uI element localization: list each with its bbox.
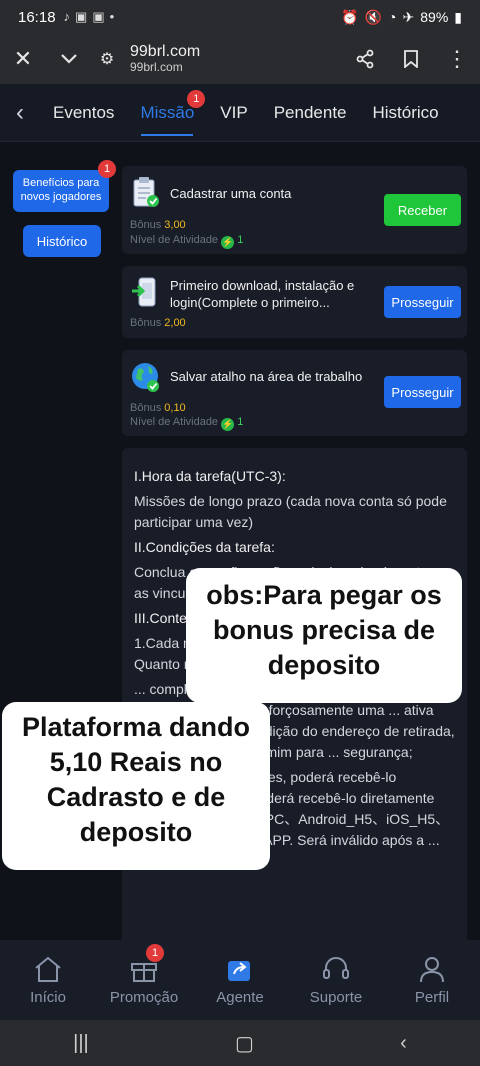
history-label: Histórico xyxy=(36,233,88,249)
alarm-icon: ⏰ xyxy=(341,8,359,25)
task-bonus: Bônus 2,00 xyxy=(130,317,186,329)
task-bonus: Bônus 3,00 xyxy=(130,219,186,231)
benefits-badge: 1 xyxy=(98,160,116,178)
more-menu-icon[interactable]: ⋮ xyxy=(434,36,480,82)
phone-download-icon xyxy=(130,276,162,308)
tab-pendente[interactable]: Pendente xyxy=(261,84,360,142)
bottom-navigation: Início Promoção 1 Agente Suporte Perfil xyxy=(0,940,480,1020)
globe-icon xyxy=(130,360,162,392)
close-icon[interactable]: ✕ xyxy=(0,36,46,82)
level-label: Nível de Atividade xyxy=(130,234,219,246)
app-icon: ▣ xyxy=(75,9,88,24)
task-card: Primeiro download, instalação e login(Co… xyxy=(122,266,467,338)
rules-text-time: Missões de longo prazo (cada nova conta … xyxy=(134,493,447,530)
nav-label: Suporte xyxy=(309,988,363,1006)
wifi-icon: ◔ xyxy=(388,9,397,25)
benefits-button[interactable]: Benefícios para novos jogadores xyxy=(13,170,109,212)
rules-heading-time: I.Hora da tarefa(UTC-3): xyxy=(134,468,286,484)
browser-toolbar: ✕ ⚙ 99brl.com 99brl.com ⋮ xyxy=(0,34,480,84)
bonus-label: Bônus xyxy=(130,219,162,231)
task-bonus: Bônus 0,10 xyxy=(130,402,186,414)
task-title: Salvar atalho na área de trabalho xyxy=(170,369,363,384)
home-button-icon[interactable]: ▢ xyxy=(235,1031,254,1056)
caption-platform-promo: Plataforma dando 5,10 Reais no Cadrasto … xyxy=(2,702,270,870)
app-icon: ▣ xyxy=(92,9,105,24)
nav-label: Perfil xyxy=(414,988,450,1006)
bonus-label: Bônus xyxy=(130,317,162,329)
nav-promocao[interactable]: Promoção 1 xyxy=(96,940,192,1020)
level-label: Nível de Atividade xyxy=(130,416,219,428)
recent-apps-icon[interactable]: ||| xyxy=(73,1032,89,1055)
task-title: Primeiro download, instalação e login(Co… xyxy=(170,278,355,310)
tiktok-icon: ♪ xyxy=(63,9,71,24)
url-bar[interactable]: 99brl.com 99brl.com xyxy=(130,43,200,75)
proceed-button[interactable]: Prosseguir xyxy=(384,376,461,408)
clipboard-icon xyxy=(130,176,162,208)
task-card: Cadastrar uma conta Bônus 3,00 Nível de … xyxy=(122,166,467,254)
back-arrow-icon[interactable]: ‹ xyxy=(0,99,40,127)
rules-heading-conditions: II.Condições da tarefa: xyxy=(134,539,275,555)
mute-icon: 🔇 xyxy=(364,8,383,25)
caption-bonus-note: obs:Para pegar os bonus precisa de depos… xyxy=(186,568,462,703)
share-icon[interactable] xyxy=(342,36,388,82)
system-back-icon[interactable]: ‹ xyxy=(400,1032,407,1055)
system-navigation: ||| ▢ ‹ xyxy=(0,1020,480,1066)
user-icon xyxy=(420,956,444,982)
history-button[interactable]: Histórico xyxy=(23,225,101,257)
task-activity-level: Nível de Atividade ⚡ 1 xyxy=(130,234,243,249)
airplane-icon: ✈ xyxy=(402,8,415,25)
bonus-value: 3,00 xyxy=(164,219,186,231)
task-activity-level: Nível de Atividade ⚡ 1 xyxy=(130,416,243,431)
receive-button[interactable]: Receber xyxy=(384,194,461,226)
level-value: 1 xyxy=(237,416,244,428)
tab-bar: ‹ Eventos Missão 1 VIP Pendente Históric… xyxy=(0,84,480,142)
tab-historico[interactable]: Histórico xyxy=(360,84,452,142)
nav-suporte[interactable]: Suporte xyxy=(288,940,384,1020)
bonus-value: 0,10 xyxy=(164,402,186,414)
nav-label: Promoção xyxy=(109,988,179,1006)
bonus-value: 2,00 xyxy=(164,317,186,329)
nav-label: Agente xyxy=(216,988,264,1006)
headset-icon xyxy=(323,956,349,979)
page-domain: 99brl.com xyxy=(130,42,201,60)
nav-label: Início xyxy=(30,988,66,1006)
tab-missao-badge: 1 xyxy=(187,89,206,108)
chevron-down-icon[interactable] xyxy=(46,36,92,82)
lightning-icon: ⚡ xyxy=(221,236,235,249)
bookmark-icon[interactable] xyxy=(388,36,434,82)
tab-missao[interactable]: Missão 1 xyxy=(127,84,207,142)
tab-eventos[interactable]: Eventos xyxy=(40,84,127,142)
battery-icon: ▮ xyxy=(454,8,462,25)
tab-missao-label: Missão xyxy=(140,102,195,122)
tab-vip[interactable]: VIP xyxy=(207,84,260,142)
nav-agente[interactable]: Agente xyxy=(192,940,288,1020)
dot-icon: • xyxy=(109,9,115,24)
lightning-icon: ⚡ xyxy=(221,418,235,431)
status-bar: 16:18 ♪ ▣ ▣ • ⏰ 🔇 ◔ ✈ 89% ▮ xyxy=(0,0,480,34)
system-icons: ⏰ 🔇 ◔ ✈ 89% ▮ xyxy=(341,9,462,26)
share-arrow-icon xyxy=(228,960,250,981)
home-icon xyxy=(35,956,61,982)
promo-badge: 1 xyxy=(146,944,164,962)
battery-level: 89% xyxy=(420,9,449,25)
benefits-label: Benefícios para novos jogadores xyxy=(20,177,102,203)
proceed-button[interactable]: Prosseguir xyxy=(384,286,461,318)
task-card: Salvar atalho na área de trabalho Bônus … xyxy=(122,350,467,436)
site-settings-icon[interactable]: ⚙ xyxy=(92,36,122,82)
nav-perfil[interactable]: Perfil xyxy=(384,940,480,1020)
task-title: Cadastrar uma conta xyxy=(170,186,292,201)
notification-icons: ♪ ▣ ▣ • xyxy=(64,9,115,25)
page-subdomain: 99brl.com xyxy=(130,60,183,75)
nav-inicio[interactable]: Início xyxy=(0,940,96,1020)
level-value: 1 xyxy=(237,234,244,246)
bonus-label: Bônus xyxy=(130,402,162,414)
clock: 16:18 xyxy=(18,8,56,26)
